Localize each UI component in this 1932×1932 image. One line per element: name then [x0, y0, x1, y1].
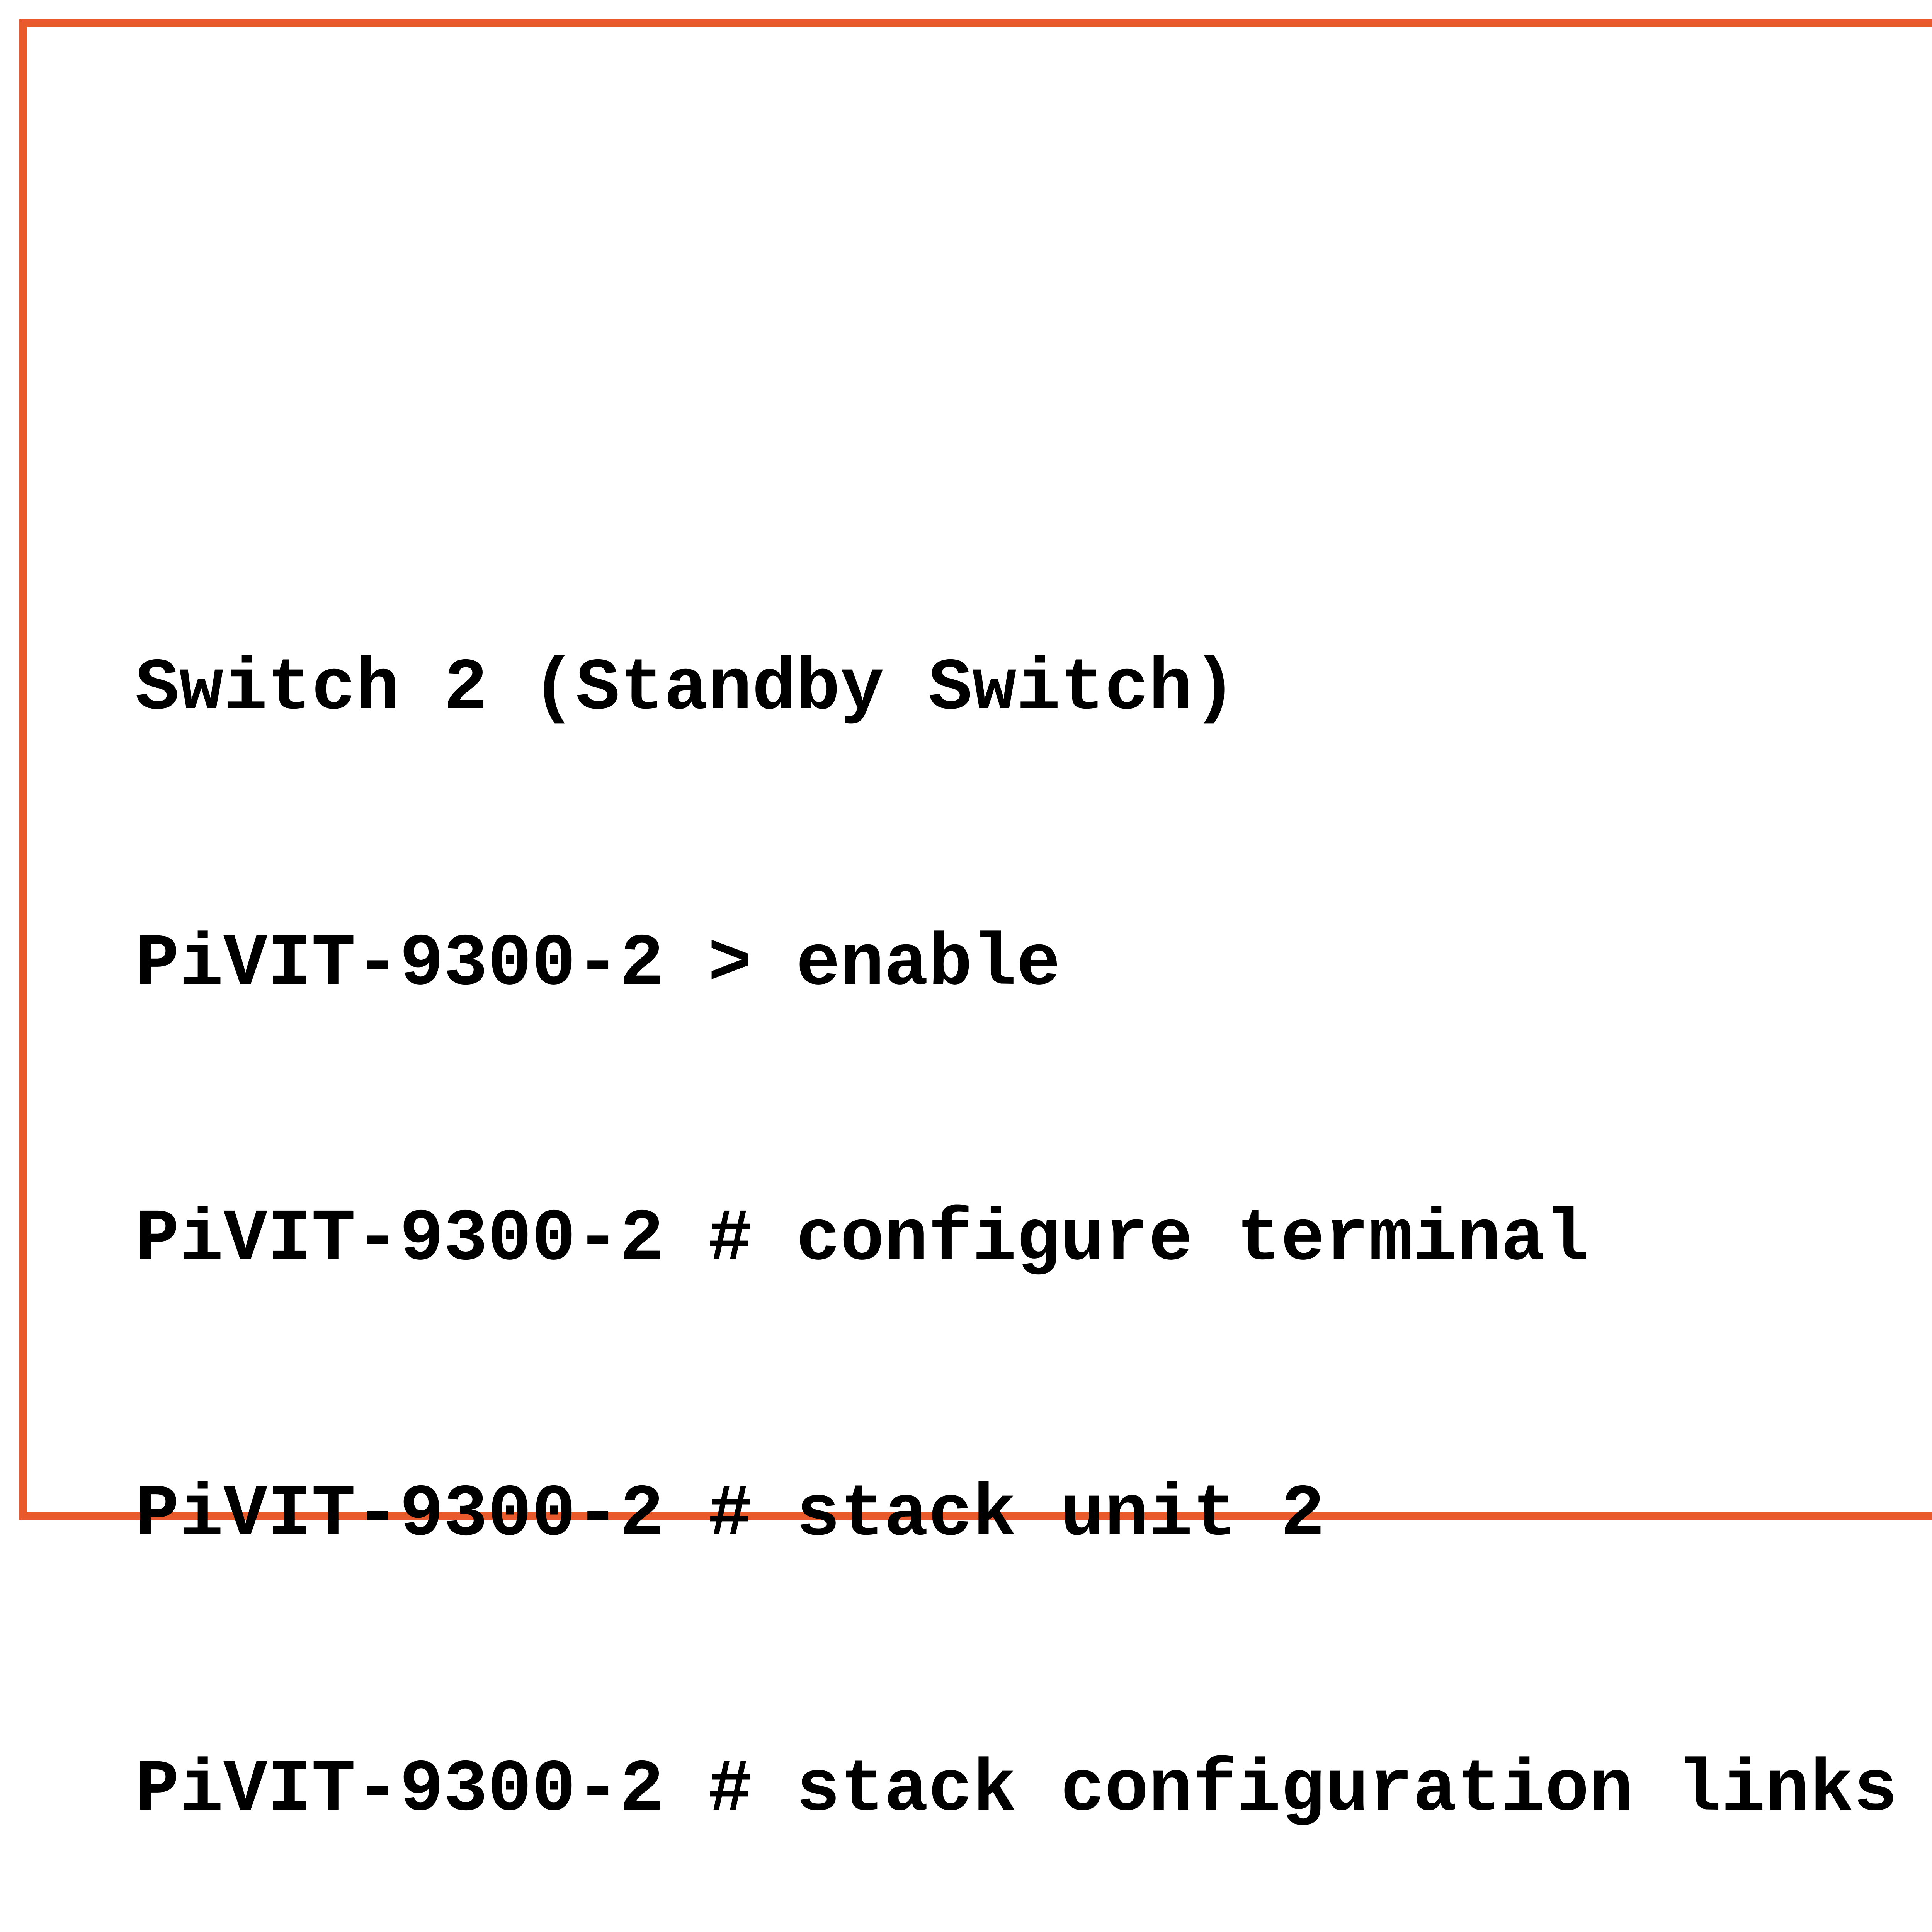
terminal-line-configure: PiVIT-9300-2 # configure terminal: [135, 1194, 1932, 1286]
terminal-line-header: Switch 2 (Standby Switch): [135, 643, 1932, 735]
terminal-line-enable: PiVIT-9300-2 > enable: [135, 919, 1932, 1011]
terminal-line-stack-unit: PiVIT-9300-2 # stack unit 2: [135, 1469, 1932, 1561]
document-frame: P I V I T Switch 2 (Standby Switch) PiVI…: [19, 19, 1932, 1520]
terminal-output: Switch 2 (Standby Switch) PiVIT-9300-2 >…: [135, 460, 1932, 1932]
terminal-line-stack-config: PiVIT-9300-2 # stack configuration links…: [135, 1745, 1932, 1837]
